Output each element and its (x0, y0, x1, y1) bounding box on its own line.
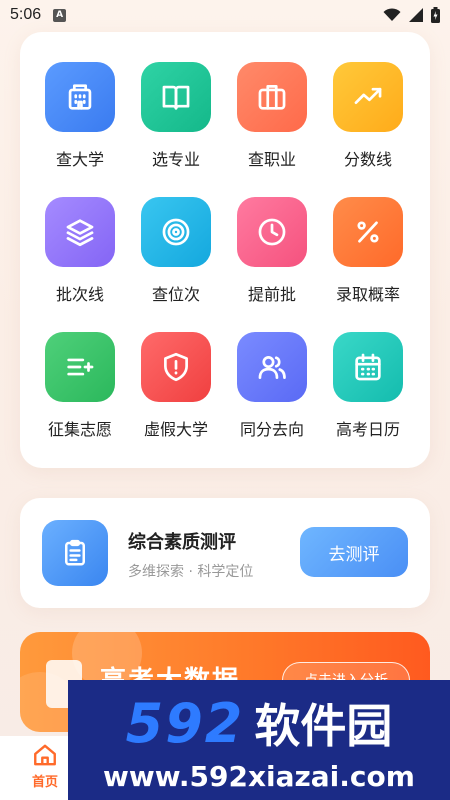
grid-item[interactable]: 征集志愿 (32, 332, 128, 452)
grid-item-label: 查大学 (55, 150, 104, 169)
status-time: 5:06 (10, 6, 42, 23)
watermark-overlay: 592 软件园 www.592xiazai.com (68, 680, 450, 800)
clipboard-icon (42, 520, 108, 586)
grid-item-label: 征集志愿 (47, 420, 112, 439)
grid-item[interactable]: 批次线 (32, 197, 128, 317)
building-icon (45, 62, 115, 132)
grid-item-label: 提前批 (247, 285, 296, 304)
watermark-url: www.592xiazai.com (103, 760, 415, 793)
tab-home-label: 首页 (31, 775, 58, 790)
evaluation-card[interactable]: 综合素质测评 多维探索 · 科学定位 去测评 (20, 498, 430, 608)
status-bar: 5:06 A (0, 0, 450, 30)
notification-a-icon: A (53, 8, 67, 22)
calendar-icon (333, 332, 403, 402)
grid-item-label: 同分去向 (239, 420, 304, 439)
grid-item-label: 查位次 (151, 285, 200, 304)
clock-icon (237, 197, 307, 267)
grid-item-label: 高考日历 (335, 420, 400, 439)
grid-item[interactable]: 录取概率 (320, 197, 416, 317)
target-icon (141, 197, 211, 267)
grid-item[interactable]: 查职业 (224, 62, 320, 182)
grid-item-label: 分数线 (343, 150, 392, 169)
tab-home[interactable]: 首页 (14, 742, 76, 798)
battery-icon (431, 7, 440, 23)
briefcase-icon (237, 62, 307, 132)
feature-grid-card: 查大学 选专业 查职业 分数线批次线 查位次 提前批 录取概率征集志愿 虚假大学 同分去向 高考日… (20, 32, 430, 468)
grid-item[interactable]: 虚假大学 (128, 332, 224, 452)
grid-item[interactable]: 查大学 (32, 62, 128, 182)
users-icon (237, 332, 307, 402)
grid-item[interactable]: 查位次 (128, 197, 224, 317)
grid-item[interactable]: 同分去向 (224, 332, 320, 452)
evaluation-title: 综合素质测评 (128, 532, 236, 553)
home-icon (34, 744, 56, 766)
grid-item[interactable]: 提前批 (224, 197, 320, 317)
wifi-icon (383, 8, 401, 21)
trend-icon (333, 62, 403, 132)
evaluation-subtitle: 多维探索 · 科学定位 (128, 564, 254, 580)
grid-item-label: 虚假大学 (143, 420, 208, 439)
shield-alert-icon (141, 332, 211, 402)
grid-item[interactable]: 分数线 (320, 62, 416, 182)
start-evaluation-button[interactable]: 去测评 (300, 527, 408, 577)
grid-item-label: 批次线 (55, 285, 104, 304)
grid-item-label: 录取概率 (335, 285, 400, 304)
book-icon (141, 62, 211, 132)
grid-item[interactable]: 选专业 (128, 62, 224, 182)
layers-icon (45, 197, 115, 267)
grid-item[interactable]: 高考日历 (320, 332, 416, 452)
grid-item-label: 选专业 (151, 150, 200, 169)
grid-item-label: 查职业 (247, 150, 296, 169)
watermark-brand: 软件园 (254, 699, 393, 753)
watermark-number: 592 (125, 691, 245, 755)
signal-icon (409, 8, 423, 22)
list-add-icon (45, 332, 115, 402)
percent-icon (333, 197, 403, 267)
